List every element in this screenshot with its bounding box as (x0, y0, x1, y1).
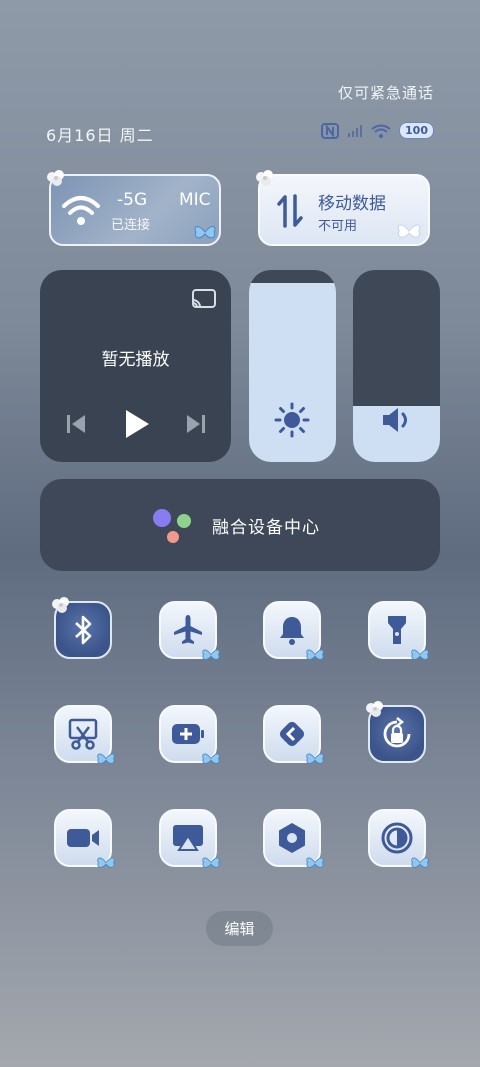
data-arrows-icon (277, 194, 303, 228)
butterfly-icon (397, 224, 421, 238)
wifi-status: 已连接 (111, 218, 151, 233)
dark-mode-toggle[interactable] (368, 809, 429, 868)
battery-saver-icon (172, 724, 204, 744)
signal-icon (348, 124, 363, 137)
settings-hex-icon (279, 823, 305, 853)
edit-button[interactable]: 编辑 (206, 911, 273, 946)
flower-decoration-icon (47, 170, 64, 186)
screen-record-icon (67, 829, 99, 847)
butterfly-icon (202, 649, 220, 660)
nfc-icon (321, 122, 340, 139)
battery-saver-toggle[interactable] (159, 705, 220, 764)
flower-decoration-icon (256, 170, 273, 186)
flashlight-toggle[interactable] (368, 601, 429, 660)
cast-icon[interactable] (191, 288, 217, 310)
fusion-device-center[interactable]: 融合设备中心 (40, 479, 440, 571)
wifi-tile[interactable]: -5G MIC 已连接 (47, 170, 221, 246)
bell-icon (280, 617, 304, 645)
wifi-extra-label: MIC (179, 190, 211, 210)
screen-cast-icon (173, 825, 203, 851)
rotation-lock-toggle[interactable] (366, 701, 426, 763)
screen-record-toggle[interactable] (54, 809, 115, 868)
butterfly-icon (411, 649, 429, 660)
mobile-data-status: 不可用 (318, 219, 358, 234)
butterfly-icon (411, 857, 429, 868)
butterfly-icon (306, 753, 324, 764)
flashlight-icon (388, 616, 406, 644)
share-icon (279, 721, 305, 747)
mobile-data-title: 移动数据 (318, 194, 386, 214)
screenshot-toggle[interactable] (54, 705, 115, 764)
bluetooth-icon (75, 615, 92, 645)
dark-mode-icon (381, 822, 413, 854)
emergency-calls-only: 仅可紧急通话 (337, 84, 434, 102)
wifi-icon (371, 124, 391, 138)
screenshot-icon (68, 718, 98, 750)
ringer-toggle[interactable] (263, 601, 324, 660)
butterfly-icon (202, 857, 220, 868)
butterfly-icon (306, 857, 324, 868)
butterfly-icon (306, 649, 324, 660)
airplane-toggle[interactable] (159, 601, 220, 660)
device-center-dots-icon (153, 509, 191, 543)
flower-decoration-icon (366, 701, 383, 717)
bluetooth-toggle[interactable] (52, 597, 112, 659)
brightness-slider[interactable] (249, 270, 336, 462)
battery-icon: 100 (399, 122, 434, 139)
flower-decoration-icon (52, 597, 69, 613)
wifi-icon (62, 196, 100, 225)
mobile-data-tile[interactable]: 移动数据 不可用 (256, 170, 430, 246)
butterfly-icon (202, 753, 220, 764)
butterfly-icon (194, 226, 216, 239)
butterfly-icon (97, 753, 115, 764)
play-icon[interactable] (122, 408, 152, 440)
speaker-icon (383, 408, 407, 432)
volume-slider[interactable] (353, 270, 440, 462)
airplane-icon (174, 615, 202, 644)
date-label: 6月16日 周二 (46, 126, 154, 145)
fusion-label: 融合设备中心 (212, 518, 320, 538)
media-title: 暂无播放 (101, 350, 170, 370)
wifi-ssid: -5G (117, 190, 148, 210)
status-icons: 100 (321, 122, 434, 139)
settings-hex-toggle[interactable] (263, 809, 324, 868)
next-icon[interactable] (184, 413, 208, 435)
share-toggle[interactable] (263, 705, 324, 764)
butterfly-icon (97, 857, 115, 868)
sun-icon (274, 402, 310, 438)
screen-cast-toggle[interactable] (159, 809, 220, 868)
rotation-lock-icon (383, 717, 411, 748)
previous-icon[interactable] (64, 413, 88, 435)
media-player[interactable]: 暂无播放 (40, 270, 231, 462)
